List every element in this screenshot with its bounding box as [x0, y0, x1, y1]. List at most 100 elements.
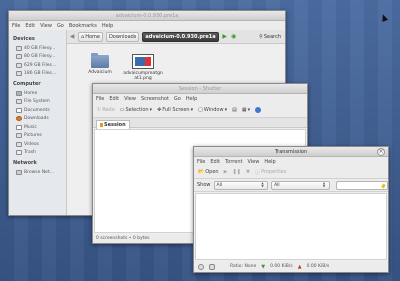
torrent-list[interactable] — [195, 193, 387, 260]
turtle-mode-icon[interactable] — [209, 263, 215, 270]
menu-edit[interactable]: Edit — [210, 159, 220, 165]
menu-file[interactable]: File — [96, 96, 104, 102]
sidebar-item-device-1[interactable]: 40 GB Filesy... — [9, 44, 66, 53]
menu-file[interactable]: File — [12, 23, 20, 29]
open-folder-icon: 📂 — [198, 169, 205, 175]
menu-edit[interactable]: Edit — [109, 96, 119, 102]
tab-session-label: Session — [104, 122, 126, 128]
file-manager-menubar: File Edit View Go Bookmarks Help — [9, 21, 285, 30]
sidebar-item-browse-network[interactable]: Browse Net... — [9, 168, 66, 177]
upload-speed: 0.00 KiB/s — [306, 264, 330, 269]
tooltip-capture-icon: ▦ — [241, 107, 247, 113]
menu-view[interactable]: View — [40, 23, 52, 29]
download-speed: 0.00 KiB/s — [270, 264, 293, 269]
file-name: advaicumpreatgnat1.png — [123, 71, 163, 81]
full-screen-label: Full Screen — [162, 107, 190, 113]
status-text: 0 screenshots • 0 bytes — [96, 236, 150, 241]
filter-bar: Show All ▲ ▼ All ▲ ▼ — [194, 179, 388, 192]
menu-screenshot[interactable]: Screenshot — [141, 96, 169, 102]
drive-icon — [16, 99, 22, 105]
sidebar-item-home[interactable]: Home — [9, 89, 66, 98]
drive-icon — [16, 54, 22, 60]
globe-icon — [255, 107, 262, 113]
music-icon — [16, 124, 22, 130]
image-thumbnail-icon — [132, 54, 154, 69]
sidebar-item-music[interactable]: Music — [9, 123, 66, 132]
properties-button[interactable]: ⓘ Properties — [255, 169, 286, 176]
selection-label: Selection — [125, 107, 149, 113]
drive-icon — [16, 45, 22, 51]
window-label: Window — [203, 107, 224, 113]
file-manager-titlebar[interactable]: advaicium-0.0.930.pre1a — [9, 11, 285, 21]
sidebar-item-label: Home — [24, 90, 38, 96]
remove-button[interactable]: ✖ — [246, 169, 250, 175]
transmission-toolbar: 📂 Open ▶ ❚❚ ✖ ⓘ Properties — [194, 166, 388, 179]
start-button[interactable]: ▶ — [224, 169, 228, 175]
back-arrow-icon[interactable]: ◀ — [69, 32, 75, 42]
selection-button[interactable]: ▭ Selection ▾ — [120, 107, 152, 113]
path-home-button[interactable]: ⌂ Home — [78, 31, 103, 42]
menu-edit[interactable]: Edit — [25, 23, 35, 29]
menu-help[interactable]: Help — [264, 159, 275, 165]
forward-arrow-icon[interactable]: ▶ — [222, 32, 228, 42]
preferences-icon[interactable] — [198, 263, 204, 270]
chevron-down-icon: ▾ — [247, 107, 251, 113]
tooltip-capture-button[interactable]: ▦ ▾ — [242, 107, 250, 113]
file-item-image[interactable]: advaicumpreatgnat1.png — [123, 54, 163, 81]
updown-arrows-icon: ▲ ▼ — [261, 181, 264, 188]
status-filter-select[interactable]: All ▲ ▼ — [213, 180, 269, 190]
tab-session[interactable]: Session — [96, 120, 130, 129]
menu-go[interactable]: Go — [57, 23, 64, 29]
sidebar-item-label: 186 GB Files... — [24, 71, 57, 77]
menu-file[interactable]: File — [197, 159, 205, 165]
window-title: Transmission — [274, 148, 308, 155]
menu-view[interactable]: View — [247, 159, 259, 165]
sidebar-item-pictures[interactable]: Pictures — [9, 132, 66, 141]
sidebar-item-device-3[interactable]: 629 GB Files... — [9, 61, 66, 70]
full-screen-button[interactable]: ✥ Full Screen ▾ — [157, 107, 193, 113]
shutter-toolbar: ↻ Redo ▭ Selection ▾ ✥ Full Screen ▾ ▢ Window ▾… — [93, 103, 307, 118]
menu-torrent[interactable]: Torrent — [225, 159, 242, 165]
path-current-button[interactable]: advaicium-0.0.930.pre1a — [142, 31, 219, 42]
zoom-icon[interactable]: ◉ — [231, 32, 237, 42]
menu-bookmarks[interactable]: Bookmarks — [69, 23, 97, 29]
search-icon: ⚲ — [259, 33, 263, 40]
close-button[interactable]: × — [377, 148, 385, 156]
sidebar-header-computer: Computer — [13, 81, 41, 87]
window-button[interactable]: ▢ Window ▾ — [198, 107, 227, 113]
menu-help[interactable]: Help — [186, 96, 197, 102]
sidebar-item-videos[interactable]: Videos — [9, 140, 66, 149]
sidebar-item-label: File System — [24, 99, 50, 105]
drive-icon — [16, 62, 22, 68]
transmission-window[interactable]: Transmission × File Edit Torrent View He… — [193, 146, 389, 273]
web-capture-button[interactable] — [255, 107, 262, 113]
status-filter-value: All — [216, 182, 223, 188]
sidebar-item-documents[interactable]: Documents — [9, 106, 66, 115]
sidebar-item-trash[interactable]: Trash — [9, 149, 66, 158]
path-downloads-button[interactable]: Downloads — [105, 31, 140, 42]
redo-button[interactable]: ↻ Redo — [97, 107, 115, 113]
menu-go[interactable]: Go — [174, 96, 181, 102]
pictures-icon — [16, 133, 22, 139]
torrent-search-input[interactable] — [335, 180, 388, 190]
download-arrow-icon: ▼ — [261, 263, 266, 270]
remove-icon: ✖ — [245, 169, 251, 175]
shutter-titlebar[interactable]: Session - Shutter — [93, 84, 307, 94]
tracker-filter-select[interactable]: All ▲ ▼ — [271, 180, 330, 190]
sidebar-item-file-system[interactable]: File System — [9, 98, 66, 107]
file-item-folder[interactable]: Advaicium — [83, 53, 117, 75]
open-button[interactable]: 📂 Open — [198, 169, 219, 175]
menu-view[interactable]: View — [124, 96, 136, 102]
drive-icon — [16, 71, 22, 77]
menu-help[interactable]: Help — [102, 23, 113, 29]
properties-label: Properties — [261, 169, 287, 175]
sidebar-item-downloads[interactable]: Downloads — [9, 115, 66, 124]
menu-capture-icon: ▤ — [232, 107, 237, 113]
window-icon: ▢ — [198, 107, 203, 113]
sidebar-item-device-4[interactable]: 186 GB Files... — [9, 70, 66, 79]
transmission-titlebar[interactable]: Transmission × — [194, 147, 388, 157]
menu-capture-button[interactable]: ▤ — [232, 107, 237, 113]
pause-button[interactable]: ❚❚ — [232, 169, 240, 175]
search-button[interactable]: ⚲ Search — [259, 34, 281, 40]
sidebar-item-device-2[interactable]: 80 GB Filesy... — [9, 53, 66, 62]
